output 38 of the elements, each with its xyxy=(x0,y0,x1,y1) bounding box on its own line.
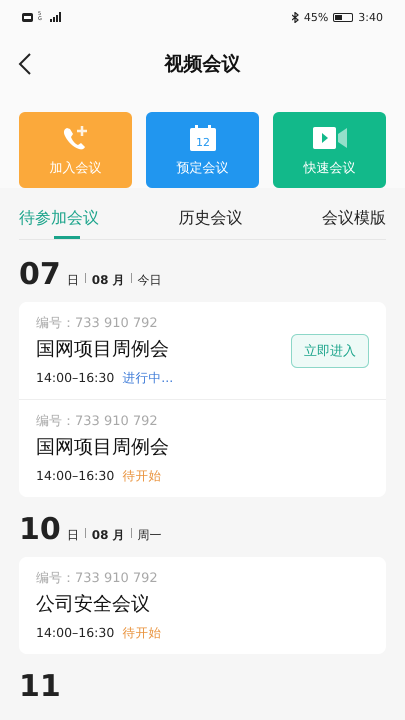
meeting-number: 编号：733 910 792 xyxy=(36,315,159,332)
meeting-status: 进行中... xyxy=(122,370,174,387)
video-camera-icon xyxy=(312,126,346,150)
bluetooth-icon xyxy=(292,12,299,22)
action-tile[interactable]: 12 预定会议 xyxy=(146,112,259,188)
back-icon[interactable] xyxy=(18,53,32,75)
battery-percent: 45% xyxy=(304,10,328,24)
date-day: 11 xyxy=(19,670,61,704)
meeting-time: 14:00–16:30 xyxy=(36,625,114,642)
weekday-label: 今日 xyxy=(138,272,162,289)
meeting-number: 编号：733 910 792 xyxy=(36,413,159,430)
date-day: 07 xyxy=(19,258,61,292)
month-label: 08 月 xyxy=(92,272,125,289)
battery-icon xyxy=(333,12,354,22)
meeting-time: 14:00–16:30 xyxy=(36,468,114,485)
month-label: 08 月 xyxy=(92,527,125,544)
meeting-title: 公司安全会议 xyxy=(36,592,151,617)
tab[interactable]: 待参加会议 xyxy=(19,202,115,239)
meeting-number: 编号：733 910 792 xyxy=(36,570,159,587)
meeting-title: 国网项目周例会 xyxy=(36,435,170,460)
meeting-time: 14:00–16:30 xyxy=(36,370,114,387)
clock: 3:40 xyxy=(358,10,383,24)
signal-icon xyxy=(50,12,62,22)
date-day: 10 xyxy=(19,513,61,547)
join-now-button[interactable]: 立即进入 xyxy=(291,334,369,368)
hd-icon xyxy=(22,12,33,22)
action-tile[interactable]: 加入会议 xyxy=(19,112,132,188)
day-unit: 日 xyxy=(66,527,79,544)
meeting-status: 待开始 xyxy=(122,468,162,485)
page-title: 视频会议 xyxy=(163,52,242,77)
day-unit: 日 xyxy=(66,272,79,289)
calendar-day: 12 xyxy=(196,136,210,149)
action-tile[interactable]: 快速会议 xyxy=(273,112,386,188)
tab[interactable]: 会议模版 xyxy=(306,202,386,239)
tab[interactable]: 历史会议 xyxy=(162,202,258,239)
weekday-label: 周一 xyxy=(138,527,162,544)
meeting-title: 国网项目周例会 xyxy=(36,337,170,362)
meeting-status: 待开始 xyxy=(122,625,162,642)
